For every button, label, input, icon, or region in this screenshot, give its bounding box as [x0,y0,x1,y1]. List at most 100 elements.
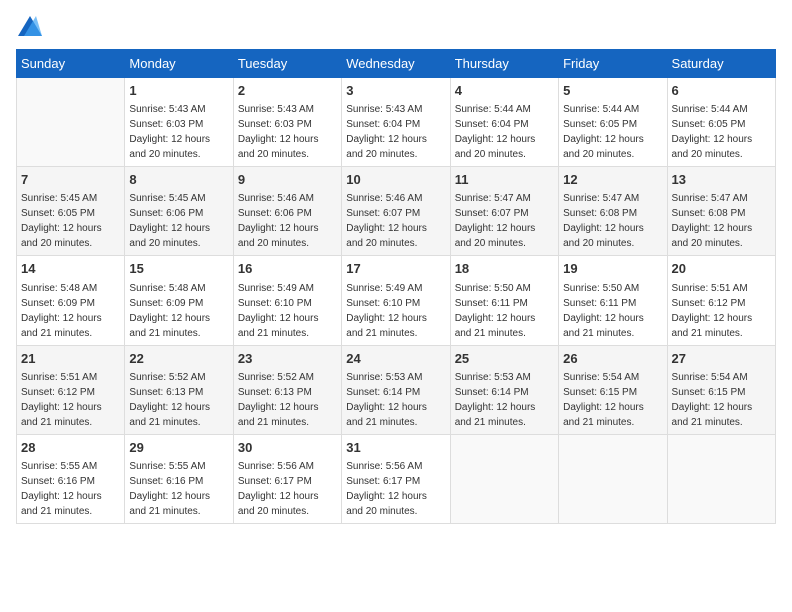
day-number: 21 [21,350,120,368]
day-number: 25 [455,350,554,368]
day-number: 31 [346,439,445,457]
calendar-cell: 17Sunrise: 5:49 AMSunset: 6:10 PMDayligh… [342,256,450,345]
logo-text [16,16,42,41]
day-number: 16 [238,260,337,278]
day-number: 29 [129,439,228,457]
day-number: 8 [129,171,228,189]
day-number: 6 [672,82,771,100]
calendar-cell: 23Sunrise: 5:52 AMSunset: 6:13 PMDayligh… [233,345,341,434]
day-number: 10 [346,171,445,189]
page-header [16,16,776,41]
calendar-cell: 29 Sunrise: 5:55 AMSunset: 6:16 PMDayligh… [125,434,233,523]
day-info: Sunrise: 5:48 AMSunset: 6:09 PMDaylight:… [21,281,120,341]
calendar-cell: 4Sunrise: 5:44 AMSunset: 6:04 PMDaylight… [450,78,558,167]
calendar-cell: 6 Sunrise: 5:44 AMSunset: 6:05 PMDaylight… [667,78,775,167]
calendar-cell: 30 Sunrise: 5:56 AMSunset: 6:17 PMDayligh… [233,434,341,523]
day-info: Sunrise: 5:45 AMSunset: 6:06 PMDaylight:… [129,191,228,251]
day-info: Sunrise: 5:53 AMSunset: 6:14 PMDaylight:… [346,370,445,430]
day-info: Sunrise: 5:56 AMSunset: 6:17 PMDaylight:… [238,459,337,519]
day-number: 2 [238,82,337,100]
calendar-cell: 1Sunrise: 5:43 AMSunset: 6:03 PMDaylight… [125,78,233,167]
calendar-cell: 28 Sunrise: 5:55 AMSunset: 6:16 PMDayligh… [17,434,125,523]
calendar-cell: 22 Sunrise: 5:52 AMSunset: 6:13 PMDayligh… [125,345,233,434]
day-info: Sunrise: 5:45 AMSunset: 6:05 PMDaylight:… [21,191,120,251]
day-number: 7 [21,171,120,189]
day-number: 28 [21,439,120,457]
calendar-cell: 14 Sunrise: 5:48 AMSunset: 6:09 PMDayligh… [17,256,125,345]
calendar-cell: 20Sunrise: 5:51 AMSunset: 6:12 PMDayligh… [667,256,775,345]
day-info: Sunrise: 5:50 AMSunset: 6:11 PMDaylight:… [563,281,662,341]
calendar-cell: 16 Sunrise: 5:49 AMSunset: 6:10 PMDayligh… [233,256,341,345]
day-number: 23 [238,350,337,368]
day-info: Sunrise: 5:53 AMSunset: 6:14 PMDaylight:… [455,370,554,430]
day-number: 9 [238,171,337,189]
day-number: 24 [346,350,445,368]
day-info: Sunrise: 5:43 AMSunset: 6:04 PMDaylight:… [346,102,445,162]
day-number: 20 [672,260,771,278]
calendar-week-1: 1Sunrise: 5:43 AMSunset: 6:03 PMDaylight… [17,78,776,167]
calendar-cell: 19 Sunrise: 5:50 AMSunset: 6:11 PMDayligh… [559,256,667,345]
day-number: 11 [455,171,554,189]
calendar-week-5: 28 Sunrise: 5:55 AMSunset: 6:16 PMDayligh… [17,434,776,523]
day-info: Sunrise: 5:44 AMSunset: 6:05 PMDaylight:… [672,102,771,162]
calendar-week-4: 21Sunrise: 5:51 AMSunset: 6:12 PMDayligh… [17,345,776,434]
calendar-cell: 24 Sunrise: 5:53 AMSunset: 6:14 PMDayligh… [342,345,450,434]
calendar-cell: 13 Sunrise: 5:47 AMSunset: 6:08 PMDayligh… [667,167,775,256]
calendar-cell: 8 Sunrise: 5:45 AMSunset: 6:06 PMDaylight… [125,167,233,256]
calendar-cell: 7 Sunrise: 5:45 AMSunset: 6:05 PMDaylight… [17,167,125,256]
calendar-cell: 2Sunrise: 5:43 AMSunset: 6:03 PMDaylight… [233,78,341,167]
calendar-cell: 5Sunrise: 5:44 AMSunset: 6:05 PMDaylight… [559,78,667,167]
day-info: Sunrise: 5:46 AMSunset: 6:07 PMDaylight:… [346,191,445,251]
day-info: Sunrise: 5:48 AMSunset: 6:09 PMDaylight:… [129,281,228,341]
weekday-header-friday: Friday [559,50,667,78]
weekday-header-saturday: Saturday [667,50,775,78]
day-number: 1 [129,82,228,100]
day-info: Sunrise: 5:56 AMSunset: 6:17 PMDaylight:… [346,459,445,519]
calendar-cell: 26Sunrise: 5:54 AMSunset: 6:15 PMDayligh… [559,345,667,434]
day-info: Sunrise: 5:44 AMSunset: 6:04 PMDaylight:… [455,102,554,162]
calendar-table: SundayMondayTuesdayWednesdayThursdayFrid… [16,49,776,524]
calendar-cell: 15 Sunrise: 5:48 AMSunset: 6:09 PMDayligh… [125,256,233,345]
calendar-cell: 21Sunrise: 5:51 AMSunset: 6:12 PMDayligh… [17,345,125,434]
calendar-cell: 10 Sunrise: 5:46 AMSunset: 6:07 PMDayligh… [342,167,450,256]
day-info: Sunrise: 5:52 AMSunset: 6:13 PMDaylight:… [129,370,228,430]
calendar-cell: 3 Sunrise: 5:43 AMSunset: 6:04 PMDaylight… [342,78,450,167]
calendar-week-2: 7 Sunrise: 5:45 AMSunset: 6:05 PMDaylight… [17,167,776,256]
logo-icon [18,16,42,36]
weekday-header-tuesday: Tuesday [233,50,341,78]
calendar-cell: 31 Sunrise: 5:56 AMSunset: 6:17 PMDayligh… [342,434,450,523]
day-number: 30 [238,439,337,457]
weekday-header-thursday: Thursday [450,50,558,78]
day-info: Sunrise: 5:47 AMSunset: 6:08 PMDaylight:… [672,191,771,251]
calendar-cell: 27Sunrise: 5:54 AMSunset: 6:15 PMDayligh… [667,345,775,434]
day-number: 3 [346,82,445,100]
day-info: Sunrise: 5:46 AMSunset: 6:06 PMDaylight:… [238,191,337,251]
day-number: 18 [455,260,554,278]
day-number: 14 [21,260,120,278]
day-info: Sunrise: 5:47 AMSunset: 6:07 PMDaylight:… [455,191,554,251]
weekday-header-wednesday: Wednesday [342,50,450,78]
logo [16,16,42,41]
calendar-cell: 12Sunrise: 5:47 AMSunset: 6:08 PMDayligh… [559,167,667,256]
weekday-header-sunday: Sunday [17,50,125,78]
day-info: Sunrise: 5:55 AMSunset: 6:16 PMDaylight:… [21,459,120,519]
day-info: Sunrise: 5:47 AMSunset: 6:08 PMDaylight:… [563,191,662,251]
day-info: Sunrise: 5:54 AMSunset: 6:15 PMDaylight:… [672,370,771,430]
calendar-cell: 25 Sunrise: 5:53 AMSunset: 6:14 PMDayligh… [450,345,558,434]
day-number: 17 [346,260,445,278]
day-number: 19 [563,260,662,278]
day-number: 22 [129,350,228,368]
day-info: Sunrise: 5:49 AMSunset: 6:10 PMDaylight:… [238,281,337,341]
calendar-cell [667,434,775,523]
day-info: Sunrise: 5:55 AMSunset: 6:16 PMDaylight:… [129,459,228,519]
day-number: 15 [129,260,228,278]
weekday-header-row: SundayMondayTuesdayWednesdayThursdayFrid… [17,50,776,78]
calendar-cell: 11 Sunrise: 5:47 AMSunset: 6:07 PMDayligh… [450,167,558,256]
day-number: 13 [672,171,771,189]
weekday-header-monday: Monday [125,50,233,78]
calendar-cell [17,78,125,167]
calendar-cell [450,434,558,523]
calendar-week-3: 14 Sunrise: 5:48 AMSunset: 6:09 PMDayligh… [17,256,776,345]
day-number: 26 [563,350,662,368]
day-info: Sunrise: 5:44 AMSunset: 6:05 PMDaylight:… [563,102,662,162]
